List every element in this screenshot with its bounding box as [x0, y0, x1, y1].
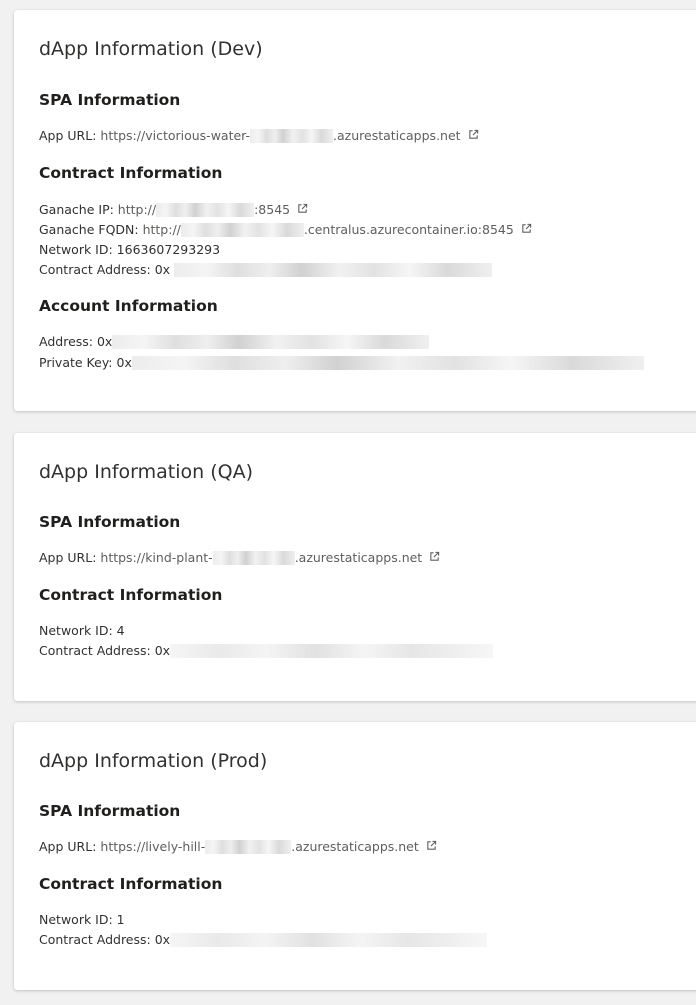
- contract-address-row: Contract Address: 0x: [39, 260, 493, 280]
- redacted-value: [180, 222, 304, 237]
- account-address-label: Address:: [39, 334, 97, 349]
- contract-section-heading: Contract Information: [39, 586, 223, 604]
- contract-section-heading: Contract Information: [39, 875, 223, 893]
- app-url-link[interactable]: https://victorious-water- .azurestaticapp…: [100, 128, 460, 143]
- network-id-value: 4: [116, 623, 125, 638]
- external-link-icon[interactable]: [426, 840, 437, 851]
- private-key-row: Private Key: 0x: [39, 353, 644, 373]
- ganache-fqdn-link[interactable]: http://.centralus.azurecontainer.io:8545: [143, 222, 514, 237]
- spa-section-heading: SPA Information: [39, 802, 181, 820]
- contract-address-row: Contract Address: 0x: [39, 641, 494, 661]
- network-id-row: Network ID: 1: [39, 910, 125, 930]
- dev-info-card: dApp Information (Dev) SPA Information A…: [14, 10, 696, 411]
- qa-info-card: dApp Information (QA) SPA Information Ap…: [14, 433, 696, 701]
- redacted-value: [205, 839, 292, 854]
- contract-address-prefix: 0x: [154, 643, 171, 658]
- contract-address-label: Contract Address:: [39, 932, 155, 947]
- network-id-row: Network ID: 1663607293293: [39, 240, 220, 260]
- app-url-link[interactable]: https://lively-hill- .azurestaticapps.net: [100, 839, 418, 854]
- account-address-prefix: 0x: [96, 334, 113, 349]
- ganache-ip-label: Ganache IP:: [39, 202, 118, 217]
- redacted-value: [174, 262, 493, 277]
- contract-address-row: Contract Address: 0x: [39, 930, 488, 950]
- private-key-label: Private Key:: [39, 355, 117, 370]
- redacted-value: [170, 932, 488, 947]
- contract-address-label: Contract Address:: [39, 643, 155, 658]
- app-url-row: App URL: https://lively-hill- .azurestati…: [39, 837, 437, 857]
- ganache-ip-link[interactable]: http://:8545: [118, 202, 290, 217]
- card-title: dApp Information (Prod): [39, 750, 268, 772]
- spa-section-heading: SPA Information: [39, 91, 181, 109]
- redacted-value: [112, 334, 430, 349]
- redacted-value: [156, 202, 255, 217]
- spa-section-heading: SPA Information: [39, 513, 181, 531]
- redacted-value: [212, 550, 295, 565]
- app-url-link[interactable]: https://kind-plant- .azurestaticapps.net: [100, 550, 422, 565]
- app-url-row: App URL: https://kind-plant- .azurestatic…: [39, 548, 440, 568]
- app-url-label: App URL:: [39, 128, 101, 143]
- ganache-fqdn-label: Ganache FQDN:: [39, 222, 143, 237]
- external-link-icon[interactable]: [297, 203, 308, 214]
- account-address-row: Address: 0x: [39, 332, 430, 352]
- contract-address-prefix: 0x: [154, 262, 171, 277]
- account-section-heading: Account Information: [39, 297, 218, 315]
- prod-info-card: dApp Information (Prod) SPA Information …: [14, 722, 696, 990]
- ganache-fqdn-row: Ganache FQDN: http://.centralus.azurecon…: [39, 220, 532, 240]
- redacted-value: [170, 643, 494, 658]
- app-url-label: App URL:: [39, 839, 101, 854]
- card-title: dApp Information (QA): [39, 461, 254, 483]
- network-id-label: Network ID:: [39, 623, 117, 638]
- external-link-icon[interactable]: [468, 129, 479, 140]
- network-id-value: 1663607293293: [116, 242, 221, 257]
- network-id-value: 1: [116, 912, 125, 927]
- redacted-value: [131, 355, 644, 370]
- contract-section-heading: Contract Information: [39, 164, 223, 182]
- network-id-label: Network ID:: [39, 912, 117, 927]
- private-key-prefix: 0x: [116, 355, 132, 370]
- network-id-row: Network ID: 4: [39, 621, 125, 641]
- ganache-ip-row: Ganache IP: http://:8545: [39, 200, 308, 220]
- app-url-label: App URL:: [39, 550, 101, 565]
- app-url-row: App URL: https://victorious-water- .azure…: [39, 126, 479, 146]
- contract-address-prefix: 0x: [154, 932, 171, 947]
- redacted-value: [250, 128, 334, 143]
- card-title: dApp Information (Dev): [39, 38, 263, 60]
- external-link-icon[interactable]: [521, 223, 532, 234]
- contract-address-label: Contract Address:: [39, 262, 155, 277]
- network-id-label: Network ID:: [39, 242, 117, 257]
- external-link-icon[interactable]: [429, 551, 440, 562]
